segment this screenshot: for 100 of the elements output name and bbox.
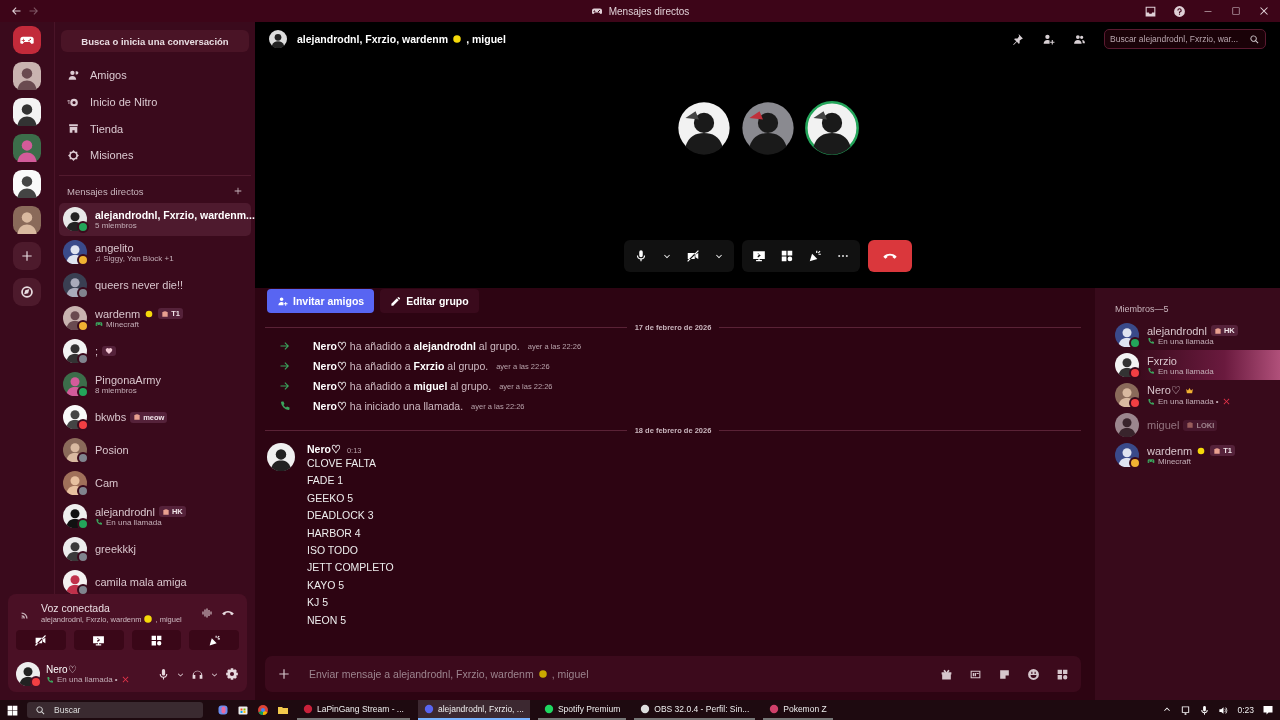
conversation-item[interactable]: queers never die!! [59, 268, 251, 302]
pencil-icon [390, 295, 402, 307]
conversation-name: bkwbs [95, 411, 127, 424]
edit-button[interactable]: Editar grupo [380, 289, 479, 313]
cross-icon [120, 675, 130, 684]
system-message: Nero♡ ha iniciado una llamada. [313, 400, 464, 412]
sun-icon [452, 34, 463, 44]
window-title: Mensajes directos [608, 5, 690, 17]
conversation-title: , miguel [466, 33, 506, 45]
apps-icon[interactable] [1056, 667, 1069, 681]
avatar[interactable] [804, 101, 859, 155]
screen-share-button[interactable] [73, 630, 124, 650]
members-icon[interactable] [1073, 32, 1086, 46]
notification-icon[interactable] [1262, 704, 1274, 716]
waveform-icon[interactable] [201, 607, 213, 619]
conversation-name: wardenm [95, 307, 141, 320]
message-text: GEEKO 5 [307, 490, 355, 506]
tag-icon [133, 413, 142, 422]
browser-icon[interactable] [257, 704, 269, 716]
back-arrow-icon[interactable] [10, 5, 22, 17]
forward-arrow-icon[interactable] [28, 5, 40, 17]
user-status: En una llamada • [57, 675, 118, 684]
conversation-name: queers never die!! [95, 279, 184, 292]
add-icon[interactable] [277, 667, 291, 681]
nav-item[interactable]: Amigos [59, 62, 251, 89]
conversation-subtitle: 8 miembros [95, 385, 137, 395]
monitor-icon[interactable] [1180, 704, 1192, 716]
avatar[interactable] [740, 101, 795, 155]
friends-icon [67, 68, 80, 82]
conversation-name: PingonaArmy [95, 373, 162, 386]
camera-off-icon[interactable] [685, 249, 700, 263]
microphone-icon[interactable] [157, 667, 170, 681]
store-icon[interactable] [237, 704, 249, 716]
screen-share-icon [92, 633, 106, 647]
taskbar-app[interactable]: Pokemon Z [763, 700, 833, 720]
add-server-button[interactable] [13, 242, 41, 270]
taskbar-app[interactable]: LaPinGang Stream - ... [297, 700, 410, 720]
member-name: Nero♡ [1147, 384, 1181, 397]
invite-button[interactable]: Invitar amigos [267, 289, 375, 313]
activities-button[interactable] [131, 630, 182, 650]
speaker-icon[interactable] [1218, 704, 1230, 716]
activities-icon[interactable] [779, 249, 794, 263]
conversation-item[interactable]: Posion [59, 433, 251, 467]
server-icon[interactable] [13, 170, 41, 198]
screen-share-icon[interactable] [751, 249, 766, 263]
server-icon[interactable] [13, 206, 41, 234]
taskbar-app[interactable]: OBS 32.0.4 - Perfil: Sin... [634, 700, 756, 720]
taskbar-app[interactable]: alejandrodnl, Fxrzio, ... [417, 700, 530, 720]
nav-item[interactable]: Misiones [59, 142, 251, 169]
conversation-item[interactable]: greekkkj [59, 532, 251, 566]
avatar [267, 443, 295, 471]
gift-icon[interactable] [940, 667, 953, 681]
avatar[interactable] [676, 101, 731, 155]
microphone-icon[interactable] [1199, 704, 1211, 716]
close-icon[interactable] [1258, 5, 1270, 17]
soundboard-icon[interactable] [807, 249, 822, 263]
search-button[interactable]: Busca o inicia una conversación [61, 30, 249, 52]
system-message: Nero♡ ha añadido a miguel al grupo. [313, 380, 492, 392]
copilot-icon[interactable] [217, 704, 229, 716]
discover-button[interactable] [13, 278, 41, 306]
soundboard-button[interactable] [189, 630, 239, 650]
server-icon[interactable] [13, 62, 41, 90]
message-input[interactable]: Enviar mensaje a alejandrodnl, Fxrzio, wardenm , miguel [265, 656, 1081, 692]
conversation-item[interactable]: PingonaArmy 8 miembros [59, 367, 251, 401]
conversation-item[interactable]: ; [59, 334, 251, 368]
settings-icon[interactable] [225, 667, 239, 681]
add-user-icon[interactable] [1042, 32, 1055, 46]
quests-icon [67, 148, 80, 162]
help-icon[interactable] [1173, 4, 1186, 18]
camera-off-button[interactable] [16, 630, 66, 650]
member-name: miguel [1147, 419, 1180, 431]
conversation-subtitle: ♫ Siggy, Yan Block +1 [95, 253, 174, 263]
user-name: Nero♡ [46, 664, 78, 675]
end-call-button[interactable] [867, 240, 912, 272]
maximize-icon[interactable] [1230, 5, 1242, 17]
message-text: HARBOR 4 [307, 525, 362, 541]
nav-item[interactable]: Tienda [59, 115, 251, 143]
conversation-name: Cam [95, 477, 119, 490]
message-text: CLOVE FALTA [307, 456, 378, 471]
search-field[interactable]: Buscar alejandrodnl, Fxrzio, war... [1104, 29, 1266, 49]
message-text: NEON 5 [307, 612, 348, 628]
sticker-icon[interactable] [998, 667, 1011, 681]
pin-icon[interactable] [1011, 32, 1024, 46]
taskbar-search[interactable]: Buscar [27, 702, 203, 718]
conversation-item[interactable]: Cam [59, 466, 251, 500]
start-icon[interactable] [6, 703, 19, 717]
nav-item[interactable]: Inicio de Nitro [59, 88, 251, 116]
author-name[interactable]: Nero♡ [307, 443, 341, 455]
clock[interactable]: 0:23 [1237, 705, 1254, 715]
member-item[interactable]: Nero♡ En una llamada • [1095, 380, 1280, 410]
inbox-icon[interactable] [1144, 4, 1157, 18]
emoji-icon[interactable] [1027, 667, 1040, 681]
taskbar-app[interactable]: Spotify Premium [537, 700, 627, 720]
tag-icon [161, 507, 170, 516]
conversation-name: ; [95, 345, 99, 358]
server-icon[interactable] [13, 98, 41, 126]
member-activity: En una llamada [1158, 366, 1214, 376]
discord-home-button[interactable] [13, 26, 41, 54]
folder-icon[interactable] [277, 704, 289, 716]
conversation-item[interactable]: angelito ♫ Siggy, Yan Block +1 [59, 235, 251, 269]
